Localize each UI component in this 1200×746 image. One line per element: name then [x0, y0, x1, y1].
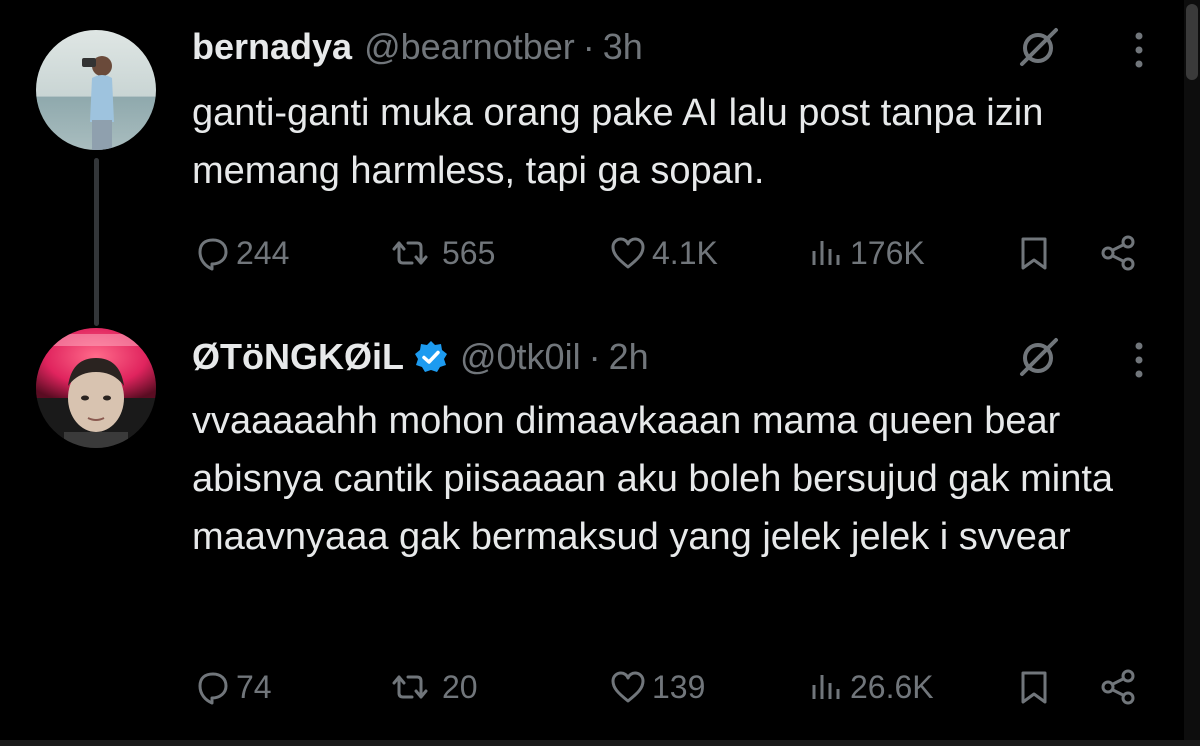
reply-button[interactable]: 74 — [192, 662, 272, 712]
bookmark-button[interactable] — [1014, 662, 1058, 712]
timestamp[interactable]: 3h — [603, 26, 643, 68]
tweet-text: vvaaaaahh mohon dimaavkaaan mama queen b… — [192, 400, 1114, 558]
reply-count: 244 — [236, 234, 290, 271]
reply-count: 74 — [236, 668, 272, 705]
repost-button[interactable]: 20 — [382, 662, 478, 712]
repost-icon — [392, 241, 428, 265]
more-icon[interactable] — [1133, 340, 1145, 380]
avatar[interactable] — [36, 328, 156, 448]
repost-count: 20 — [442, 668, 478, 705]
views-icon — [812, 241, 840, 265]
share-icon — [1101, 669, 1135, 705]
separator-dot: · — [582, 26, 595, 67]
bookmark-icon — [1021, 237, 1047, 270]
grok-icon[interactable] — [1016, 334, 1062, 380]
like-button[interactable]: 4.1K — [608, 228, 718, 278]
timestamp[interactable]: 2h — [609, 336, 649, 378]
like-icon — [611, 671, 645, 703]
repost-button[interactable]: 565 — [382, 228, 495, 278]
tweet-text: ganti-ganti muka orang pake AI lalu post… — [192, 92, 1044, 192]
display-name[interactable]: bernadya — [192, 26, 352, 68]
like-count: 139 — [652, 668, 706, 705]
verified-badge-icon — [414, 341, 447, 372]
user-handle[interactable]: @bearnotber — [364, 26, 575, 68]
like-button[interactable]: 139 — [608, 662, 705, 712]
share-button[interactable] — [1098, 662, 1142, 712]
more-icon[interactable] — [1133, 30, 1145, 70]
views-icon — [812, 675, 840, 699]
scrollbar-thumb[interactable] — [1186, 4, 1198, 80]
repost-icon — [392, 675, 428, 699]
like-icon — [611, 237, 645, 269]
bookmark-button[interactable] — [1014, 228, 1058, 278]
thread-connector — [94, 158, 99, 326]
tweet-actions: 74 20 139 26.6K — [192, 662, 1152, 712]
repost-count: 565 — [442, 234, 496, 271]
reply-icon — [198, 238, 228, 271]
bookmark-icon — [1021, 671, 1047, 704]
share-icon — [1101, 235, 1135, 271]
view-count: 26.6K — [850, 668, 934, 705]
grok-icon[interactable] — [1016, 24, 1062, 70]
tweet-bernadya[interactable]: bernadya @bearnotber · 3h ganti-ganti mu… — [0, 0, 1200, 326]
reply-button[interactable]: 244 — [192, 228, 289, 278]
bottom-divider — [0, 740, 1200, 746]
tweet-actions: 244 565 4.1K 176K — [192, 228, 1152, 278]
scrollbar[interactable] — [1184, 0, 1200, 746]
display-name[interactable]: ØTöNGKØiL — [192, 336, 404, 378]
tweet-header: ØTöNGKØiL @0tk0il · 2h — [192, 332, 649, 382]
views-button[interactable]: 176K — [806, 228, 925, 278]
user-handle[interactable]: @0tk0il — [460, 336, 581, 378]
views-button[interactable]: 26.6K — [806, 662, 934, 712]
separator-dot: · — [588, 336, 601, 377]
reply-icon — [198, 672, 228, 705]
tweet-0tk0il[interactable]: ØTöNGKØiL @0tk0il · 2h vvaaaaahh mohon d… — [0, 320, 1200, 746]
like-count: 4.1K — [652, 234, 718, 271]
tweet-header: bernadya @bearnotber · 3h — [192, 22, 643, 72]
view-count: 176K — [850, 234, 925, 271]
avatar[interactable] — [36, 30, 156, 150]
share-button[interactable] — [1098, 228, 1142, 278]
